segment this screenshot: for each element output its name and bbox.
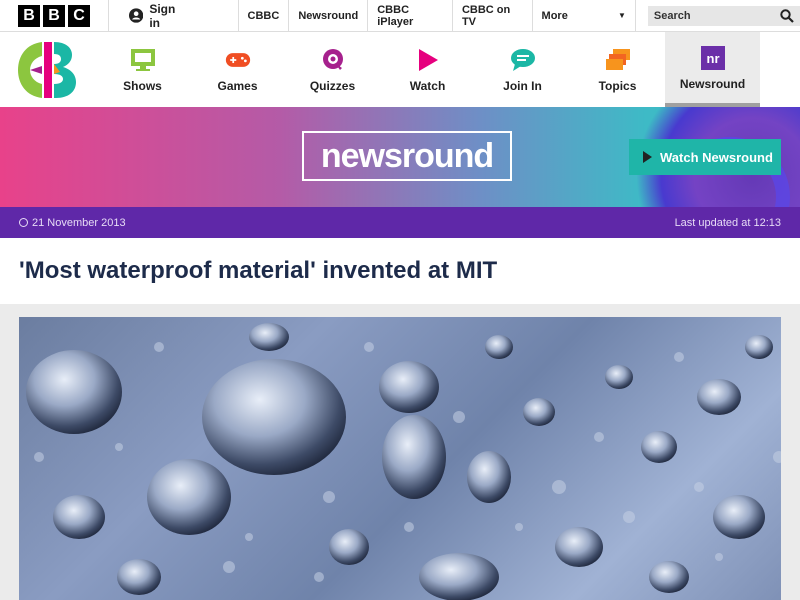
cbbc-nav-items: Shows Games Quizzes Watch Join In Topics… bbox=[95, 32, 800, 107]
newsround-wordmark-text: newsround bbox=[320, 136, 494, 175]
more-label: More bbox=[541, 9, 568, 22]
search-box bbox=[647, 5, 800, 26]
cbbc-nav-join-in[interactable]: Join In bbox=[475, 32, 570, 107]
play-icon bbox=[415, 47, 441, 73]
bbc-logo-letter: B bbox=[18, 4, 40, 27]
nav-link-cbbc[interactable]: CBBC bbox=[239, 0, 290, 32]
article-date-bar: 21 November 2013 Last updated at 12:13 bbox=[0, 207, 800, 238]
cbbc-logo[interactable] bbox=[0, 32, 95, 107]
last-updated-text: Last updated at 12:13 bbox=[674, 216, 781, 229]
cbbc-nav-label: Watch bbox=[409, 78, 446, 93]
speech-icon bbox=[510, 47, 536, 73]
cbbc-nav-quizzes[interactable]: Quizzes bbox=[285, 32, 380, 107]
stack-icon bbox=[605, 47, 631, 73]
cbbc-nav-label: Shows bbox=[123, 78, 162, 93]
caret-down-icon: ▼ bbox=[617, 11, 626, 20]
cbbc-nav-label: Quizzes bbox=[309, 78, 356, 93]
article-date-text: 21 November 2013 bbox=[32, 216, 126, 229]
cbbc-nav-shows[interactable]: Shows bbox=[95, 32, 190, 107]
cbbc-nav-label: Topics bbox=[598, 78, 637, 93]
nav-link-newsround[interactable]: Newsround bbox=[289, 0, 369, 32]
water-droplets-image bbox=[26, 323, 781, 600]
cbbc-nav-topics[interactable]: Topics bbox=[570, 32, 665, 107]
watch-newsround-label: Watch Newsround bbox=[660, 149, 773, 165]
cbbc-nav-label: Newsround bbox=[679, 76, 746, 91]
search-icon[interactable] bbox=[780, 8, 794, 23]
signin-link[interactable]: Sign in bbox=[108, 0, 202, 32]
clock-icon bbox=[19, 218, 28, 227]
search-input[interactable] bbox=[653, 9, 774, 22]
article-headline: 'Most waterproof material' invented at M… bbox=[19, 257, 498, 284]
signin-label: Sign in bbox=[149, 1, 176, 30]
cbbc-nav-newsround[interactable]: nr Newsround bbox=[665, 32, 760, 107]
bbc-nav-links: CBBC Newsround CBBC iPlayer CBBC on TV M… bbox=[237, 0, 636, 32]
newsround-wordmark[interactable]: newsround bbox=[302, 131, 512, 181]
bbc-top-bar: B B C Sign in CBBC Newsround CBBC iPlaye… bbox=[0, 0, 800, 32]
nav-link-cbbc-iplayer[interactable]: CBBC iPlayer bbox=[368, 0, 453, 32]
article-hero-image bbox=[19, 317, 781, 600]
nr-icon: nr bbox=[700, 45, 726, 71]
cbbc-main-nav: Shows Games Quizzes Watch Join In Topics… bbox=[0, 32, 800, 107]
headline-container: 'Most waterproof material' invented at M… bbox=[0, 238, 800, 304]
cbbc-nav-watch[interactable]: Watch bbox=[380, 32, 475, 107]
bbc-logo-letter: B bbox=[43, 4, 65, 27]
bbc-logo[interactable]: B B C bbox=[18, 4, 90, 27]
play-icon bbox=[643, 151, 652, 163]
cbbc-logo-icon bbox=[17, 41, 76, 98]
watch-newsround-button[interactable]: Watch Newsround bbox=[629, 139, 781, 175]
cbbc-nav-games[interactable]: Games bbox=[190, 32, 285, 107]
article-date: 21 November 2013 bbox=[19, 217, 126, 229]
newsround-banner: newsround Watch Newsround bbox=[0, 107, 800, 207]
cbbc-nav-label: Join In bbox=[503, 78, 542, 93]
cbbc-nav-label: Games bbox=[217, 78, 258, 93]
quiz-icon bbox=[320, 47, 346, 73]
gamepad-icon bbox=[225, 47, 251, 73]
svg-text:nr: nr bbox=[706, 51, 719, 66]
more-dropdown[interactable]: More ▼ bbox=[533, 0, 636, 32]
user-icon bbox=[129, 8, 144, 23]
nav-link-cbbc-on-tv[interactable]: CBBC on TV bbox=[453, 0, 533, 32]
monitor-icon bbox=[130, 47, 156, 73]
bbc-logo-letter: C bbox=[68, 4, 90, 27]
